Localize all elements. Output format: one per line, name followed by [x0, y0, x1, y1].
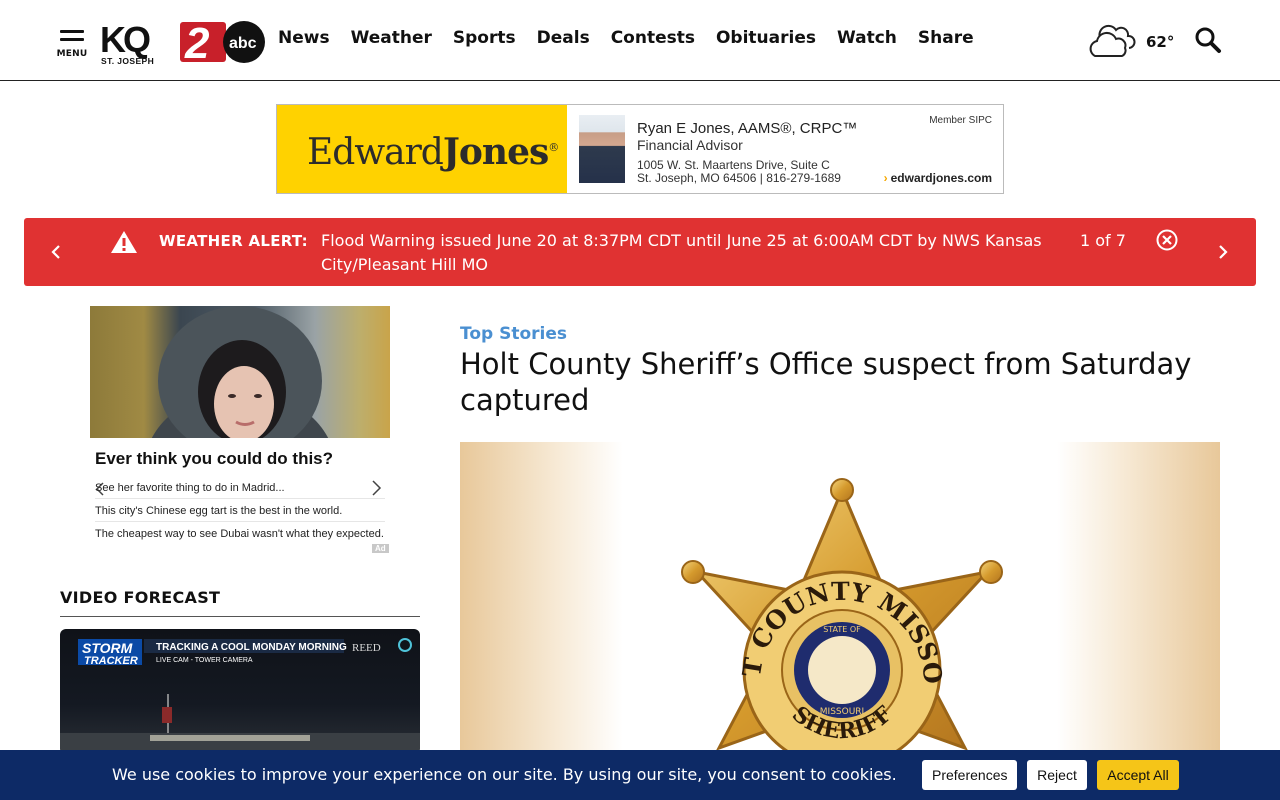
menu-label: MENU — [56, 49, 88, 59]
sheriff-badge: HOLT COUNTY MISSOURI SHERIFF STATE OF MI… — [460, 442, 1003, 762]
seal-top-text: STATE OF — [823, 625, 861, 634]
edward-jones-ad[interactable]: EdwardJones® Ryan E Jones, AAMS®, CRPC™ … — [276, 104, 1004, 194]
seal-bottom-text: MISSOURI — [820, 707, 864, 717]
main-nav: News Weather Sports Deals Contests Obitu… — [278, 28, 974, 48]
hamburger-icon — [60, 30, 84, 33]
logo-city: ST. JOSEPH — [101, 56, 154, 66]
ad-brand-panel: EdwardJones® — [277, 105, 567, 193]
ad-brand-light: Edward — [307, 132, 444, 173]
nav-contests[interactable]: Contests — [611, 28, 695, 48]
ad-line-3[interactable]: The cheapest way to see Dubai wasn't wha… — [95, 528, 385, 544]
logo-call-sign: KQ — [100, 19, 150, 60]
ad-line-2[interactable]: This city's Chinese egg tart is the best… — [95, 505, 385, 522]
video-frame: STORM TRACKER TRACKING A COOL MONDAY MOR… — [60, 638, 420, 754]
story-headline[interactable]: Holt County Sheriff’s Office suspect fro… — [460, 346, 1200, 418]
warning-icon — [111, 231, 137, 253]
accept-all-button[interactable]: Accept All — [1097, 760, 1179, 790]
ad-url-text: edwardjones.com — [890, 171, 992, 185]
ad-line-1[interactable]: See her favorite thing to do in Madrid..… — [95, 482, 385, 499]
storm-tracker-top: STORM — [82, 640, 133, 656]
alert-counter: 1 of 7 — [1080, 231, 1126, 250]
advisor-name: Ryan E Jones, AAMS®, CRPC™ — [637, 120, 858, 137]
lights — [150, 735, 310, 741]
temperature: 62° — [1146, 33, 1175, 51]
nav-sports[interactable]: Sports — [453, 28, 516, 48]
nav-share[interactable]: Share — [918, 28, 974, 48]
cookie-consent-bar: We use cookies to improve your experienc… — [0, 750, 1280, 800]
cookie-message: We use cookies to improve your experienc… — [112, 765, 897, 784]
logo-number: 2 — [184, 19, 210, 66]
site-header: MENU KQ 2 abc ST. JOSEPH News Weather Sp… — [0, 0, 1280, 81]
nav-news[interactable]: News — [278, 28, 330, 48]
alert-label: WEATHER ALERT: — [159, 232, 308, 250]
reject-button[interactable]: Reject — [1027, 760, 1087, 790]
nav-weather[interactable]: Weather — [351, 28, 432, 48]
flag — [162, 707, 172, 723]
cloud-icon — [1089, 24, 1136, 57]
advisor-address-1: 1005 W. St. Maartens Drive, Suite C — [637, 158, 830, 172]
ad-badge: Ad — [372, 544, 389, 553]
chevron-right-icon: › — [883, 171, 888, 185]
live-icon — [398, 638, 412, 652]
hamburger-icon-bar — [60, 38, 84, 41]
nav-deals[interactable]: Deals — [537, 28, 590, 48]
ad-headline: Ever think you could do this? — [95, 449, 334, 468]
storm-tracker-bottom: TRACKER — [84, 655, 138, 667]
chevron-right-icon[interactable] — [370, 479, 382, 497]
weather-alert-bar: WEATHER ALERT: Flood Warning issued June… — [24, 218, 1256, 286]
ad-brand-mark: ® — [548, 141, 559, 154]
nav-obituaries[interactable]: Obituaries — [716, 28, 816, 48]
ad-woman-illustration — [151, 306, 329, 438]
video-forecast-heading: VIDEO FORECAST — [60, 588, 221, 607]
kq2-logo[interactable]: KQ 2 abc ST. JOSEPH — [100, 18, 266, 66]
alert-message[interactable]: Flood Warning issued June 20 at 8:37PM C… — [321, 229, 1071, 277]
video-banner: TRACKING A COOL MONDAY MORNING — [156, 642, 347, 653]
ad-brand-bold: Jones — [442, 131, 549, 173]
chevron-right-icon[interactable] — [1213, 240, 1233, 264]
advisor-title: Financial Advisor — [637, 137, 743, 153]
section-kicker[interactable]: Top Stories — [460, 324, 567, 344]
sponsored-ad[interactable]: Ever think you could do this? See her fa… — [90, 306, 390, 558]
advisor-address-2: St. Joseph, MO 64506 | 816-279-1689 — [637, 171, 841, 185]
search-icon[interactable] — [1194, 26, 1222, 54]
ad-brand-logo: EdwardJones® — [307, 131, 559, 173]
ad-image — [90, 306, 390, 438]
ad-url-link[interactable]: › edwardjones.com — [884, 171, 992, 185]
preferences-button[interactable]: Preferences — [922, 760, 1017, 790]
member-sipc: Member SIPC — [929, 115, 992, 126]
close-icon[interactable] — [1156, 229, 1178, 251]
chevron-left-icon[interactable] — [46, 240, 66, 264]
nav-watch[interactable]: Watch — [837, 28, 897, 48]
weather-widget[interactable]: 62° — [1086, 16, 1178, 60]
video-sub-banner: LIVE CAM - TOWER CAMERA — [156, 657, 253, 664]
logo-network: abc — [229, 35, 257, 52]
divider — [60, 616, 420, 617]
menu-button[interactable]: MENU — [56, 30, 88, 62]
story-hero-image[interactable]: HOLT COUNTY MISSOURI SHERIFF STATE OF MI… — [460, 442, 1220, 762]
video-sponsor: REED — [352, 642, 381, 654]
advisor-photo — [579, 115, 625, 183]
video-forecast-thumbnail[interactable]: STORM TRACKER TRACKING A COOL MONDAY MOR… — [60, 629, 420, 754]
